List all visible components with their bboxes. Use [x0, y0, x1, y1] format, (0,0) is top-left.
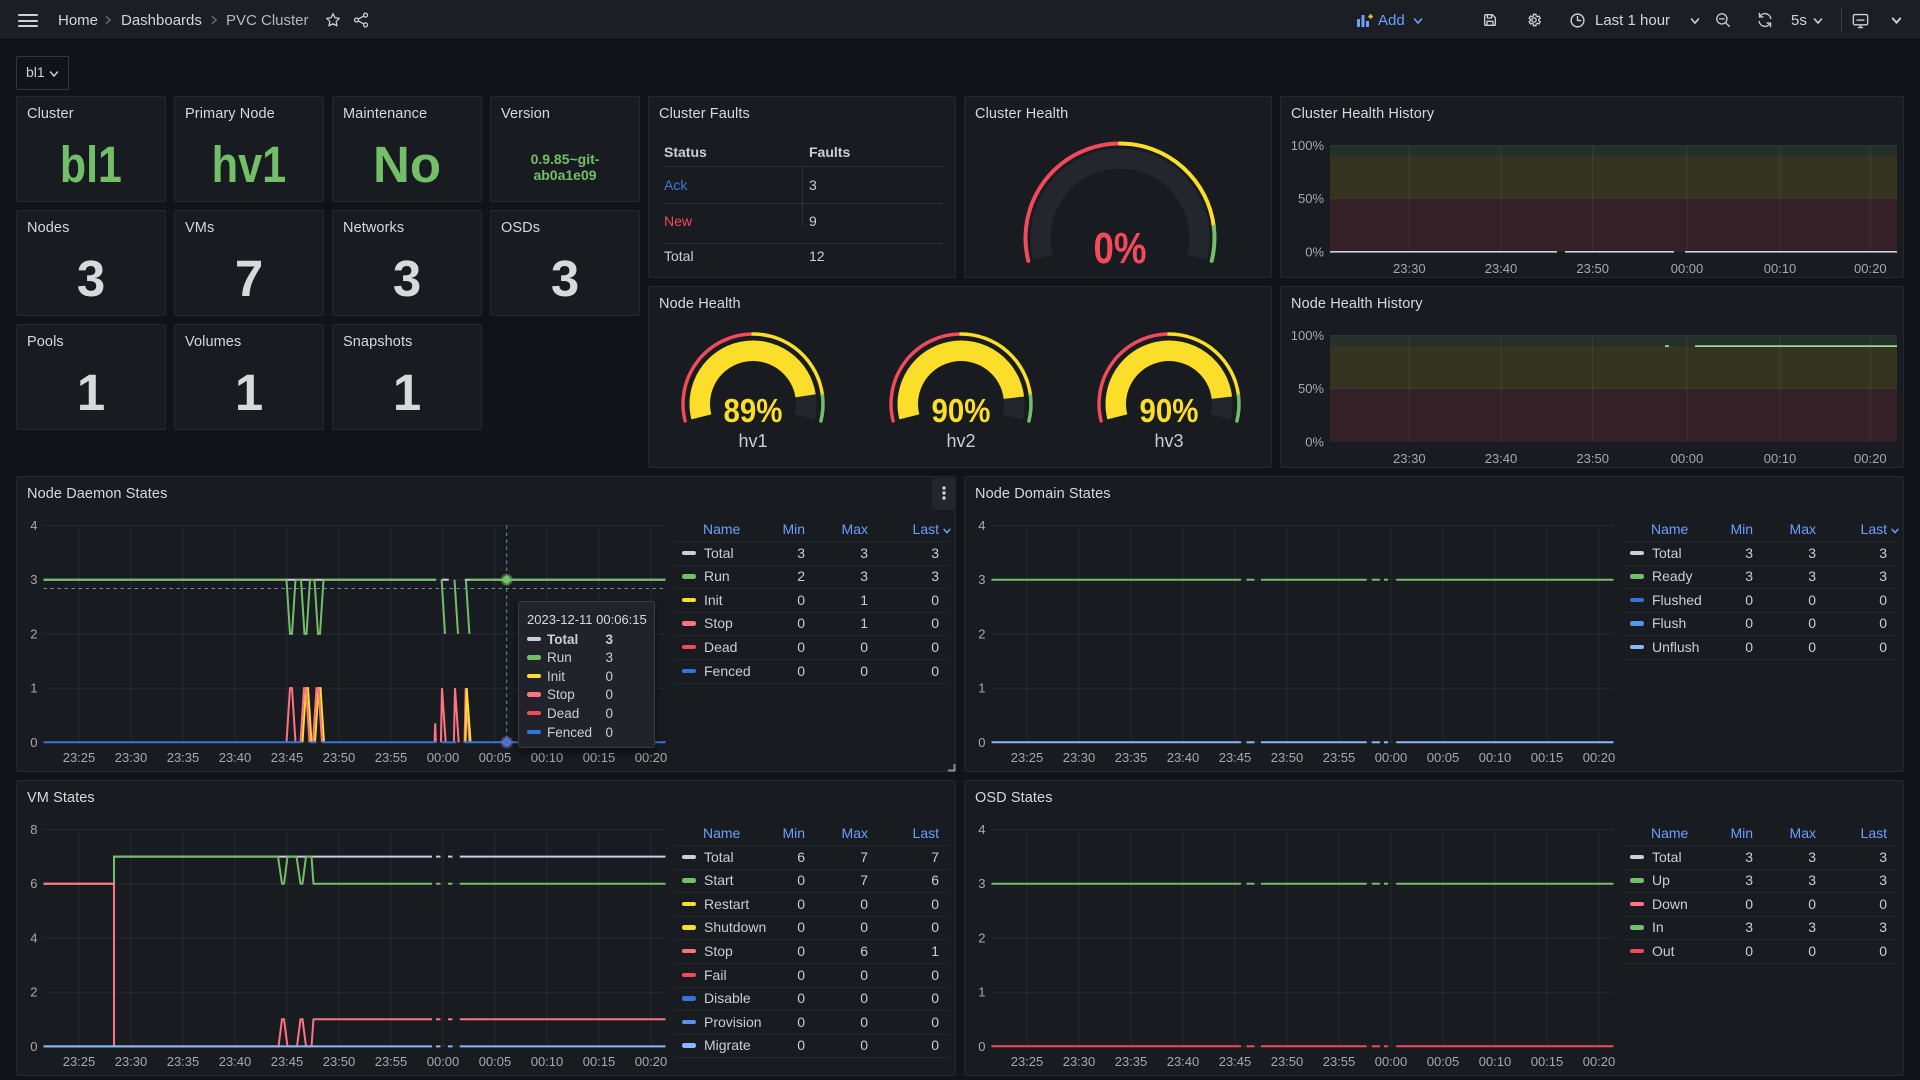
svg-text:23:45: 23:45 — [1219, 750, 1252, 765]
svg-text:90%: 90% — [1140, 392, 1199, 429]
svg-text:00:20: 00:20 — [1583, 1054, 1616, 1069]
svg-text:23:50: 23:50 — [1576, 261, 1609, 276]
svg-text:23:35: 23:35 — [1115, 750, 1148, 765]
svg-text:00:10: 00:10 — [531, 1054, 564, 1069]
svg-text:4: 4 — [30, 518, 37, 533]
svg-text:23:25: 23:25 — [1011, 1054, 1044, 1069]
svg-text:23:50: 23:50 — [1271, 1054, 1304, 1069]
svg-text:00:20: 00:20 — [1854, 261, 1887, 276]
svg-text:23:35: 23:35 — [1115, 1054, 1148, 1069]
svg-text:0: 0 — [30, 735, 37, 750]
svg-text:23:25: 23:25 — [1011, 750, 1044, 765]
svg-text:00:05: 00:05 — [479, 750, 512, 765]
svg-text:23:30: 23:30 — [1063, 750, 1096, 765]
svg-text:0%: 0% — [1094, 224, 1147, 273]
svg-text:00:10: 00:10 — [1764, 261, 1797, 276]
svg-text:2: 2 — [978, 626, 985, 641]
svg-text:89%: 89% — [724, 392, 783, 429]
svg-text:23:30: 23:30 — [1063, 1054, 1096, 1069]
svg-text:3: 3 — [978, 876, 985, 891]
svg-text:23:35: 23:35 — [167, 1054, 200, 1069]
svg-text:00:05: 00:05 — [479, 1054, 512, 1069]
svg-text:00:10: 00:10 — [531, 750, 564, 765]
svg-text:00:20: 00:20 — [1854, 451, 1887, 466]
svg-text:3: 3 — [978, 572, 985, 587]
svg-text:100%: 100% — [1291, 138, 1325, 153]
svg-text:00:00: 00:00 — [1671, 261, 1704, 276]
svg-text:00:20: 00:20 — [635, 750, 668, 765]
svg-text:23:40: 23:40 — [1485, 451, 1518, 466]
svg-text:00:10: 00:10 — [1764, 451, 1797, 466]
svg-text:23:45: 23:45 — [271, 750, 304, 765]
svg-text:00:05: 00:05 — [1427, 1054, 1460, 1069]
svg-text:6: 6 — [30, 876, 37, 891]
svg-text:00:10: 00:10 — [1479, 1054, 1512, 1069]
svg-text:23:50: 23:50 — [1271, 750, 1304, 765]
svg-text:23:50: 23:50 — [1576, 451, 1609, 466]
svg-text:23:45: 23:45 — [271, 1054, 304, 1069]
svg-text:4: 4 — [978, 822, 985, 837]
svg-text:00:15: 00:15 — [1531, 750, 1564, 765]
svg-text:hv1: hv1 — [738, 431, 767, 451]
svg-text:1: 1 — [30, 681, 37, 696]
svg-text:23:45: 23:45 — [1219, 1054, 1252, 1069]
svg-text:00:15: 00:15 — [1531, 1054, 1564, 1069]
svg-text:0: 0 — [978, 1039, 985, 1054]
svg-text:23:30: 23:30 — [1393, 261, 1426, 276]
svg-text:23:35: 23:35 — [167, 750, 200, 765]
svg-text:00:15: 00:15 — [583, 750, 616, 765]
svg-text:50%: 50% — [1298, 191, 1324, 206]
svg-text:1: 1 — [978, 985, 985, 1000]
svg-text:hv2: hv2 — [946, 431, 975, 451]
svg-text:0: 0 — [30, 1039, 37, 1054]
svg-text:00:15: 00:15 — [583, 1054, 616, 1069]
svg-text:50%: 50% — [1298, 381, 1324, 396]
svg-text:00:00: 00:00 — [427, 1054, 460, 1069]
svg-text:23:25: 23:25 — [63, 1054, 96, 1069]
svg-text:00:00: 00:00 — [1375, 1054, 1408, 1069]
svg-text:23:40: 23:40 — [219, 750, 252, 765]
svg-text:hv3: hv3 — [1154, 431, 1183, 451]
svg-text:23:55: 23:55 — [1323, 750, 1356, 765]
svg-text:00:05: 00:05 — [1427, 750, 1460, 765]
svg-text:00:00: 00:00 — [1375, 750, 1408, 765]
svg-text:2: 2 — [978, 930, 985, 945]
svg-text:4: 4 — [978, 518, 985, 533]
svg-text:2: 2 — [30, 626, 37, 641]
svg-text:00:20: 00:20 — [635, 1054, 668, 1069]
svg-text:00:20: 00:20 — [1583, 750, 1616, 765]
svg-text:100%: 100% — [1291, 328, 1325, 343]
svg-text:1: 1 — [978, 681, 985, 696]
svg-text:0%: 0% — [1305, 434, 1324, 449]
svg-text:23:25: 23:25 — [63, 750, 96, 765]
svg-text:23:50: 23:50 — [323, 1054, 356, 1069]
svg-text:23:50: 23:50 — [323, 750, 356, 765]
svg-text:4: 4 — [30, 930, 37, 945]
svg-text:0: 0 — [978, 735, 985, 750]
svg-text:23:40: 23:40 — [1167, 1054, 1200, 1069]
svg-text:23:30: 23:30 — [115, 1054, 148, 1069]
svg-text:23:30: 23:30 — [115, 750, 148, 765]
svg-text:23:55: 23:55 — [1323, 1054, 1356, 1069]
svg-text:8: 8 — [30, 822, 37, 837]
svg-text:2: 2 — [30, 985, 37, 1000]
svg-text:23:40: 23:40 — [219, 1054, 252, 1069]
svg-text:3: 3 — [30, 572, 37, 587]
svg-text:23:55: 23:55 — [375, 750, 408, 765]
svg-text:00:00: 00:00 — [1671, 451, 1704, 466]
svg-text:23:55: 23:55 — [375, 1054, 408, 1069]
svg-text:23:40: 23:40 — [1167, 750, 1200, 765]
svg-text:90%: 90% — [932, 392, 991, 429]
svg-text:00:00: 00:00 — [427, 750, 460, 765]
svg-text:23:40: 23:40 — [1485, 261, 1518, 276]
svg-text:0%: 0% — [1305, 244, 1324, 259]
svg-text:00:10: 00:10 — [1479, 750, 1512, 765]
svg-text:23:30: 23:30 — [1393, 451, 1426, 466]
